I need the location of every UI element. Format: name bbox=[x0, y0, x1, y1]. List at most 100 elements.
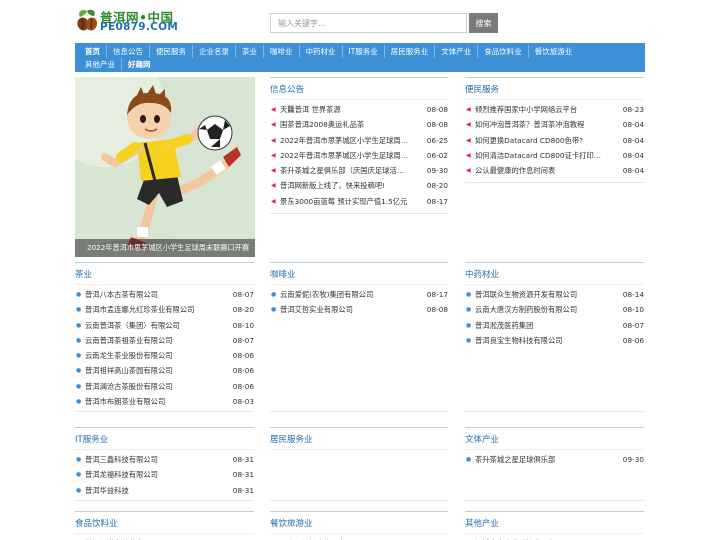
list-item[interactable]: ◀ 普洱网新版上线了，快来投稿吧! 08-20 bbox=[270, 178, 448, 193]
nav-item-other[interactable]: 其他产业 bbox=[79, 58, 121, 71]
list-item-title[interactable]: 2022年普洱市思茅城区小学生足球周… bbox=[280, 148, 408, 163]
list-item-title[interactable]: 倾烈推荐国家中小学网络云平台 bbox=[475, 102, 577, 117]
list-item[interactable]: ● 茶升茶城之星足球俱乐部 09-30 bbox=[465, 452, 644, 467]
nav-item-company[interactable]: 企业名录 bbox=[192, 45, 235, 58]
list-item-title[interactable]: 普洱龙福科技有限公司 bbox=[85, 467, 158, 482]
list-item[interactable]: ◀ 如何更换Datacard CD800色带? 08-04 bbox=[465, 133, 644, 148]
panel-title[interactable]: 便民服务 bbox=[465, 81, 644, 99]
list-item-title[interactable]: 普洱市布朗茶业有限公司 bbox=[85, 394, 165, 409]
panel-title[interactable]: 食品饮料业 bbox=[75, 515, 254, 533]
list-item-title[interactable]: 茶升茶城之星足球俱乐部 bbox=[475, 452, 555, 467]
list-item-title[interactable]: 普洱良宝生物科技有限公司 bbox=[475, 333, 563, 348]
list-item-date: 08-07 bbox=[427, 536, 448, 540]
panel-title[interactable]: 咖啡业 bbox=[270, 266, 448, 284]
list-item-title[interactable]: 如何冲泡普洱茶？普洱茶冲泡教程 bbox=[475, 117, 584, 132]
list-item-title[interactable]: 2022年普洱市思茅城区小学生足球周… bbox=[280, 133, 408, 148]
list-item[interactable]: ◀ 公认最健康的作息时间表 08-04 bbox=[465, 163, 644, 178]
list-item[interactable]: ◀ 2022年普洱市思茅城区小学生足球周… 06-02 bbox=[270, 148, 448, 163]
list-item[interactable]: ● 普洱龙福科技有限公司 08-31 bbox=[75, 467, 254, 482]
list-item[interactable]: ● 普洱祖祥高山茶园有限公司 08-06 bbox=[75, 363, 254, 378]
list-item-title[interactable]: 普洱祖祥高山茶园有限公司 bbox=[85, 363, 173, 378]
list-item-title[interactable]: 云南景门饭店集团有限公司 bbox=[280, 536, 368, 540]
nav-item-tea[interactable]: 茶业 bbox=[235, 45, 263, 58]
list-item[interactable]: ◀ 景东3000亩蓝莓 预计实现产值1.5亿元 08-17 bbox=[270, 194, 448, 209]
nav-item-herb[interactable]: 中药材业 bbox=[298, 45, 342, 58]
list-item[interactable]: ● 普洱澜沧古茶股份有限公司 08-06 bbox=[75, 379, 254, 394]
list-item[interactable]: ● 普洱市布朗茶业有限公司 08-03 bbox=[75, 394, 254, 409]
list-item[interactable]: ● 普洱联众生物资源开发有限公司 08-14 bbox=[465, 287, 644, 302]
list-item[interactable]: ● 云南大唐汉方制药股份有限公司 08-10 bbox=[465, 302, 644, 317]
list-item-title[interactable]: 如何清洁Datacard CD800证卡打印… bbox=[475, 148, 601, 163]
panel-title[interactable]: 文体产业 bbox=[465, 431, 644, 449]
search-button[interactable]: 搜索 bbox=[469, 13, 498, 33]
list-item-title[interactable]: 普洱华益科技 bbox=[85, 483, 129, 498]
list-item-date: 09-30 bbox=[622, 455, 644, 464]
search-input[interactable] bbox=[270, 13, 467, 33]
list-item[interactable]: ● 普洱良宝生物科技有限公司 08-06 bbox=[465, 333, 644, 348]
nav-item-resident[interactable]: 居民服务业 bbox=[383, 45, 435, 58]
list-item[interactable]: ◀ 2022年普洱市思茅城区小学生足球周… 06-25 bbox=[270, 133, 448, 148]
list-item-title[interactable]: 国茶普洱2008奥运礼品茶 bbox=[280, 117, 364, 132]
list-item-title[interactable]: 普洱三鑫科技有限公司 bbox=[85, 452, 158, 467]
panel-title[interactable]: 居民服务业 bbox=[270, 431, 448, 449]
list-item-title[interactable]: 云南大唐汉方制药股份有限公司 bbox=[475, 302, 577, 317]
list-item-title[interactable]: 普洱八本古茶有限公司 bbox=[85, 287, 158, 302]
list-item[interactable]: ● 云南普洱茶祖茶业有限公司 08-07 bbox=[75, 333, 254, 348]
list-item-title[interactable]: 云南爱伲(农牧)集团有限公司 bbox=[280, 287, 373, 302]
nav-item-service[interactable]: 便民服务 bbox=[149, 45, 192, 58]
list-item-title[interactable]: 普洱澜沧古茶股份有限公司 bbox=[85, 379, 173, 394]
list-item[interactable]: ● 云南景门饭店集团有限公司 08-07 bbox=[270, 536, 448, 540]
nav-item-notice[interactable]: 信息公告 bbox=[106, 45, 149, 58]
list-item-title[interactable]: 云南普洱茶祖茶业有限公司 bbox=[85, 333, 173, 348]
list-item[interactable]: ● 云南龙生茶业股份有限公司 08-06 bbox=[75, 348, 254, 363]
list-item[interactable]: ● 普洱艾哲实业有限公司 08-08 bbox=[270, 302, 448, 317]
nav-item-travel[interactable]: 餐饮旅游业 bbox=[527, 45, 579, 58]
nav-item-food[interactable]: 食品饮料业 bbox=[477, 45, 528, 58]
list-item[interactable]: ◀ 天䲜普洱 世界茶源 08-08 bbox=[270, 102, 448, 117]
list-item-title[interactable]: 茶升茶城之星俱乐部（庆国庆足球活… bbox=[280, 163, 404, 178]
list-item[interactable]: ● 普洱淞茂医药集团 08-07 bbox=[465, 318, 644, 333]
featured-slider[interactable]: 2022年普洱市思茅城区小学生足球周末联赛口开赛 bbox=[75, 77, 255, 257]
list-item-title[interactable]: 江城山寨农业科技发展有限公司 bbox=[475, 536, 577, 540]
list-item[interactable]: ◀ 国茶普洱2008奥运礼品茶 08-08 bbox=[270, 117, 448, 132]
list-item[interactable]: ● 云南普洱茶（集团）有限公司 08-10 bbox=[75, 318, 254, 333]
arrow-bullet-icon: ● bbox=[76, 398, 82, 406]
list-item[interactable]: ● 江城山寨农业科技发展有限公司 08-07 bbox=[465, 536, 644, 540]
list-item-title[interactable]: 景东3000亩蓝莓 预计实现产值1.5亿元 bbox=[280, 194, 407, 209]
list-item[interactable]: ◀ 如何冲泡普洱茶？普洱茶冲泡教程 08-04 bbox=[465, 117, 644, 132]
panel-title[interactable]: 中药材业 bbox=[465, 266, 644, 284]
list-item[interactable]: ● 普洱八本古茶有限公司 08-07 bbox=[75, 287, 254, 302]
list-item[interactable]: ● 普洱三鑫科技有限公司 08-31 bbox=[75, 452, 254, 467]
panel-title[interactable]: 餐饮旅游业 bbox=[270, 515, 448, 533]
nav-item-culture[interactable]: 文体产业 bbox=[434, 45, 477, 58]
list-item-title[interactable]: 天䲜普洱 世界茶源 bbox=[280, 102, 341, 117]
list-item-title[interactable]: 普洱艾哲实业有限公司 bbox=[280, 302, 353, 317]
list-item[interactable]: ● 普洱市孟连娜允红珍茶业有限公司 08-20 bbox=[75, 302, 254, 317]
list-item-title[interactable]: 普洱联众生物资源开发有限公司 bbox=[475, 287, 577, 302]
list-item[interactable]: ◀ 倾烈推荐国家中小学网络云平台 08-23 bbox=[465, 102, 644, 117]
list-item[interactable]: ● 普洱华益科技 08-31 bbox=[75, 483, 254, 498]
list-item-title[interactable]: 云南普洱茶（集团）有限公司 bbox=[85, 318, 180, 333]
list-item[interactable]: ◀ 如何清洁Datacard CD800证卡打印… 08-04 bbox=[465, 148, 644, 163]
list-item-title[interactable]: 普洱淞茂医药集团 bbox=[475, 318, 533, 333]
list-item-title[interactable]: 普洱福洋古茶业有限公司 bbox=[85, 536, 165, 540]
nav-item-it[interactable]: IT服务业 bbox=[341, 45, 384, 58]
list-item[interactable]: ● 云南爱伲(农牧)集团有限公司 08-17 bbox=[270, 287, 448, 302]
list-item[interactable]: ◀ 茶升茶城之星俱乐部（庆国庆足球活… 09-30 bbox=[270, 163, 448, 178]
nav-item-haoqu[interactable]: 好趣网 bbox=[121, 58, 157, 71]
list-item-title[interactable]: 普洱网新版上线了，快来投稿吧! bbox=[280, 178, 385, 193]
nav-item-home[interactable]: 首页 bbox=[79, 45, 106, 58]
panel-title[interactable]: IT服务业 bbox=[75, 431, 254, 449]
panel-title[interactable]: 其他产业 bbox=[465, 515, 644, 533]
arrow-bullet-icon: ● bbox=[76, 352, 82, 360]
list-item-title[interactable]: 云南龙生茶业股份有限公司 bbox=[85, 348, 173, 363]
panel-title[interactable]: 茶业 bbox=[75, 266, 254, 284]
nav-item-coffee[interactable]: 咖啡业 bbox=[263, 45, 299, 58]
list-item[interactable]: ● 普洱福洋古茶业有限公司 08-17 bbox=[75, 536, 254, 540]
site-logo[interactable]: 普洱网•中国 PE0879.COM bbox=[76, 6, 186, 36]
list-item-title[interactable]: 普洱市孟连娜允红珍茶业有限公司 bbox=[85, 302, 194, 317]
slider-caption[interactable]: 2022年普洱市思茅城区小学生足球周末联赛口开赛 bbox=[75, 239, 255, 257]
panel-title[interactable]: 信息公告 bbox=[270, 81, 448, 99]
list-item-title[interactable]: 如何更换Datacard CD800色带? bbox=[475, 133, 583, 148]
list-item-title[interactable]: 公认最健康的作息时间表 bbox=[475, 163, 555, 178]
